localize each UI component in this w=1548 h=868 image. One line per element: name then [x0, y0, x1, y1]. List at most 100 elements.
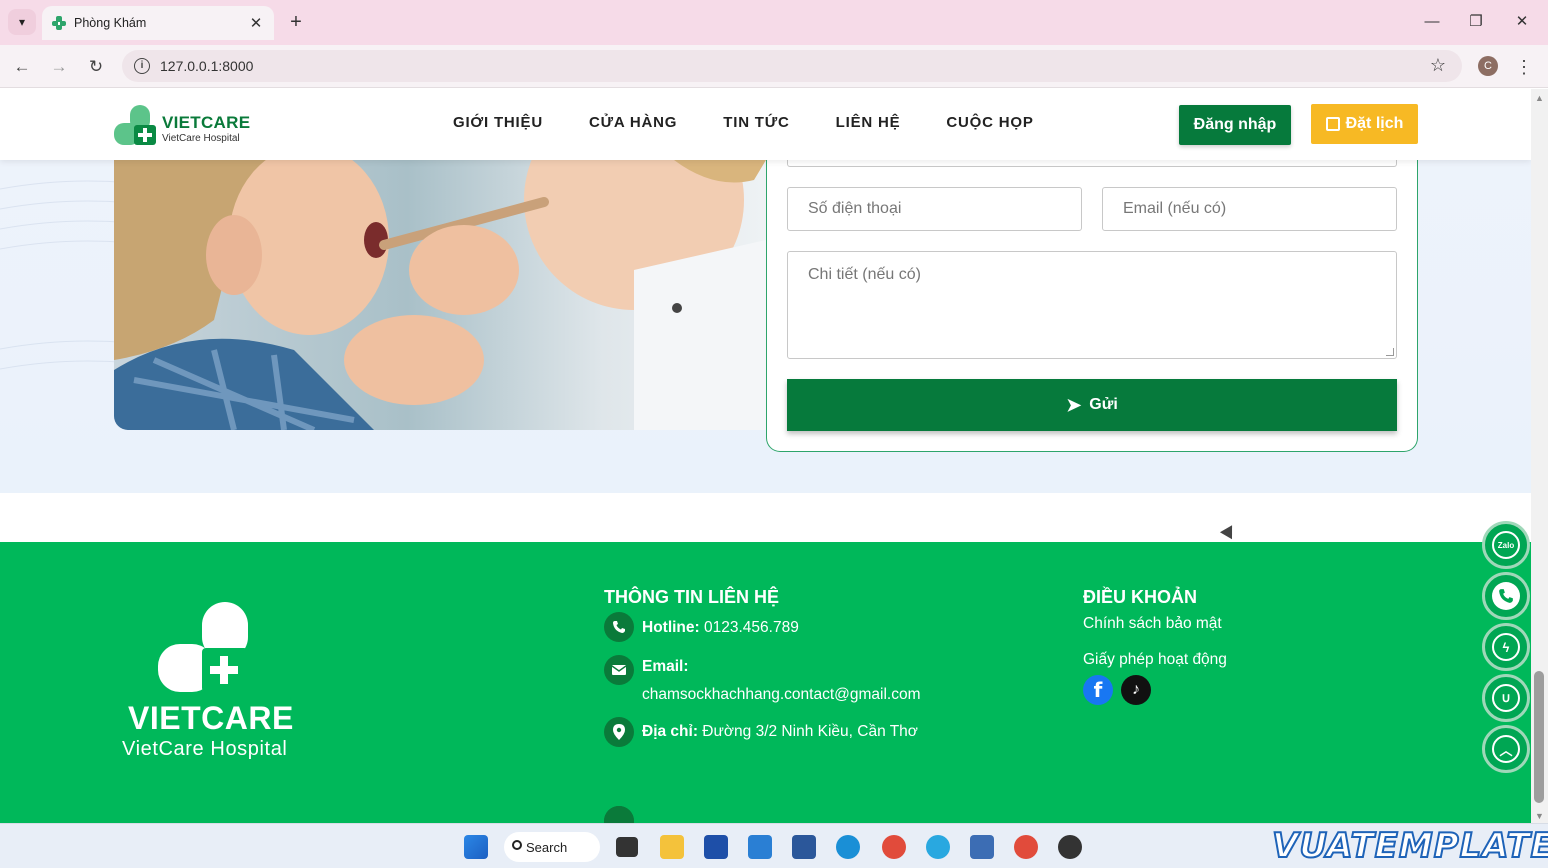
site-logo[interactable]: VIETCARE VietCare Hospital [114, 103, 254, 147]
phone-icon [604, 612, 634, 642]
edge-icon[interactable] [836, 835, 860, 859]
zalo-icon: Zalo [1492, 531, 1520, 559]
obs-icon[interactable] [1058, 835, 1082, 859]
browser-toolbar: ← → ↻ i 127.0.0.1:8000 ☆ C ⋮ [0, 45, 1548, 88]
terms-title: ĐIỀU KHOẢN [1083, 587, 1198, 607]
license-link[interactable]: Giấy phép hoạt động [1083, 651, 1227, 669]
task-view-icon[interactable] [616, 837, 638, 857]
location-icon [604, 717, 634, 747]
doctor-child-photo [114, 160, 766, 430]
logo-brand: VIETCARE [162, 113, 251, 132]
search-icon [512, 840, 522, 850]
scroll-top-button[interactable]: ︿ [1482, 725, 1530, 773]
browser-tab-bar: ▾ Phòng Khám ✕ + — ❐ ✕ [0, 0, 1548, 45]
site-info-icon[interactable]: i [134, 58, 150, 74]
send-label: Gửi [1089, 396, 1118, 413]
site-favicon-icon [52, 16, 66, 30]
close-window-icon[interactable]: ✕ [1502, 8, 1542, 36]
main-nav: GIỚI THIỆU CỬA HÀNG TIN TỨC LIÊN HỆ CUỘC… [453, 114, 1080, 131]
back-icon[interactable]: ← [8, 53, 36, 81]
privacy-policy-link[interactable]: Chính sách bảo mật [1083, 615, 1222, 633]
restore-icon[interactable]: ❐ [1456, 8, 1496, 36]
facebook-icon[interactable]: f [1083, 675, 1113, 705]
reload-icon[interactable]: ↻ [82, 53, 110, 81]
nav-gioi-thieu[interactable]: GIỚI THIỆU [453, 114, 543, 131]
page-viewport: Số điện thoại Email (nếu có) Chi tiết (n… [0, 89, 1531, 823]
phone-input[interactable]: Số điện thoại [787, 187, 1082, 231]
footer-brand-subtitle: VietCare Hospital [122, 738, 288, 760]
bookmark-star-icon[interactable]: ☆ [1430, 55, 1446, 76]
hotline-label: Hotline: [642, 619, 700, 636]
call-float-button[interactable] [1482, 572, 1530, 620]
messenger-icon: ϟ [1492, 633, 1520, 661]
address-label: Địa chỉ: [642, 723, 698, 740]
chrome-active-icon[interactable] [1014, 835, 1038, 859]
nav-tin-tuc[interactable]: TIN TỨC [723, 114, 789, 131]
store-icon[interactable] [704, 835, 728, 859]
nav-lien-he[interactable]: LIÊN HỆ [836, 114, 901, 131]
url-text: 127.0.0.1:8000 [160, 58, 254, 74]
windows-start-icon[interactable] [464, 835, 488, 859]
address-bar[interactable]: i 127.0.0.1:8000 ☆ [122, 50, 1462, 82]
scroll-up-icon[interactable]: ▲ [1535, 93, 1544, 103]
site-footer: VIETCARE VietCare Hospital THÔNG TIN LIÊ… [0, 542, 1531, 823]
browser-menu-icon[interactable]: ⋮ [1514, 53, 1534, 81]
email-value[interactable]: chamsockhachhang.contact@gmail.com [642, 686, 921, 704]
chevron-up-icon: ︿ [1492, 735, 1520, 763]
login-button[interactable]: Đăng nhập [1179, 105, 1291, 145]
vscode-icon[interactable] [748, 835, 772, 859]
nav-cua-hang[interactable]: CỬA HÀNG [589, 114, 677, 131]
browser-tab[interactable]: Phòng Khám ✕ [42, 6, 274, 40]
hotline-text: Hotline: 0123.456.789 [642, 619, 799, 637]
footer-brand: VIETCARE [128, 700, 294, 736]
page-scrollbar[interactable]: ▲ ▼ [1531, 89, 1548, 823]
address-text: Địa chỉ: Đường 3/2 Ninh Kiều, Cần Thơ [642, 723, 918, 741]
tab-title: Phòng Khám [74, 16, 147, 30]
close-tab-icon[interactable]: ✕ [248, 14, 264, 32]
nav-cuoc-hop[interactable]: CUỘC HỌP [946, 114, 1033, 131]
detail-textarea[interactable]: Chi tiết (nếu có) [787, 251, 1397, 359]
screen: ▾ Phòng Khám ✕ + — ❐ ✕ ← → ↻ i 127.0.0.1… [0, 0, 1548, 868]
profile-avatar[interactable]: C [1478, 56, 1498, 76]
word-icon[interactable] [792, 835, 816, 859]
site-header: VIETCARE VietCare Hospital GIỚI THIỆU CỬ… [0, 89, 1531, 160]
stethoscope-icon: ∪ [1492, 684, 1520, 712]
email-label: Email: [642, 658, 689, 675]
email-input[interactable]: Email (nếu có) [1102, 187, 1397, 231]
minimize-icon[interactable]: — [1412, 8, 1452, 36]
new-tab-button[interactable]: + [284, 10, 308, 34]
paper-plane-icon: ➤ [1066, 394, 1082, 415]
zalo-float-button[interactable]: Zalo [1482, 521, 1530, 569]
file-explorer-icon[interactable] [660, 835, 684, 859]
tiktok-icon[interactable]: ♪ [1121, 675, 1151, 705]
resize-handle-icon[interactable] [1386, 348, 1394, 356]
calendar-icon [1325, 117, 1340, 131]
scroll-thumb[interactable] [1534, 671, 1544, 803]
phone-call-icon [1492, 582, 1520, 610]
book-appointment-button[interactable]: Đặt lịch [1311, 104, 1418, 144]
contact-info-title: THÔNG TIN LIÊN HỆ [604, 587, 779, 607]
footer-logo-cross-icon [158, 602, 248, 692]
taskbar-search[interactable]: Search [504, 832, 600, 862]
notepad-icon[interactable] [970, 835, 994, 859]
scroll-down-icon[interactable]: ▼ [1535, 811, 1544, 821]
book-label: Đặt lịch [1345, 115, 1404, 132]
taskbar-search-label: Search [526, 839, 568, 855]
watermark-logo: VUATEMPLATE [1271, 825, 1548, 867]
chevron-down-icon: ▾ [18, 15, 26, 29]
address-value: Đường 3/2 Ninh Kiều, Cần Thơ [702, 723, 918, 740]
logo-cross-icon [114, 105, 156, 145]
logo-subtitle: VietCare Hospital [162, 133, 240, 144]
send-button[interactable]: ➤ Gửi [787, 379, 1397, 431]
map-marker-icon-placeholder [604, 806, 634, 823]
footer-logo: VIETCARE VietCare Hospital [122, 602, 307, 762]
forward-icon[interactable]: → [45, 53, 73, 81]
hotline-value[interactable]: 0123.456.789 [704, 619, 799, 636]
app-icon[interactable] [926, 835, 950, 859]
tab-search-button[interactable]: ▾ [8, 9, 36, 35]
chrome-icon[interactable] [882, 835, 906, 859]
detail-placeholder: Chi tiết (nếu có) [808, 266, 921, 283]
envelope-icon [604, 655, 634, 685]
stethoscope-float-button[interactable]: ∪ [1482, 674, 1530, 722]
messenger-float-button[interactable]: ϟ [1482, 623, 1530, 671]
